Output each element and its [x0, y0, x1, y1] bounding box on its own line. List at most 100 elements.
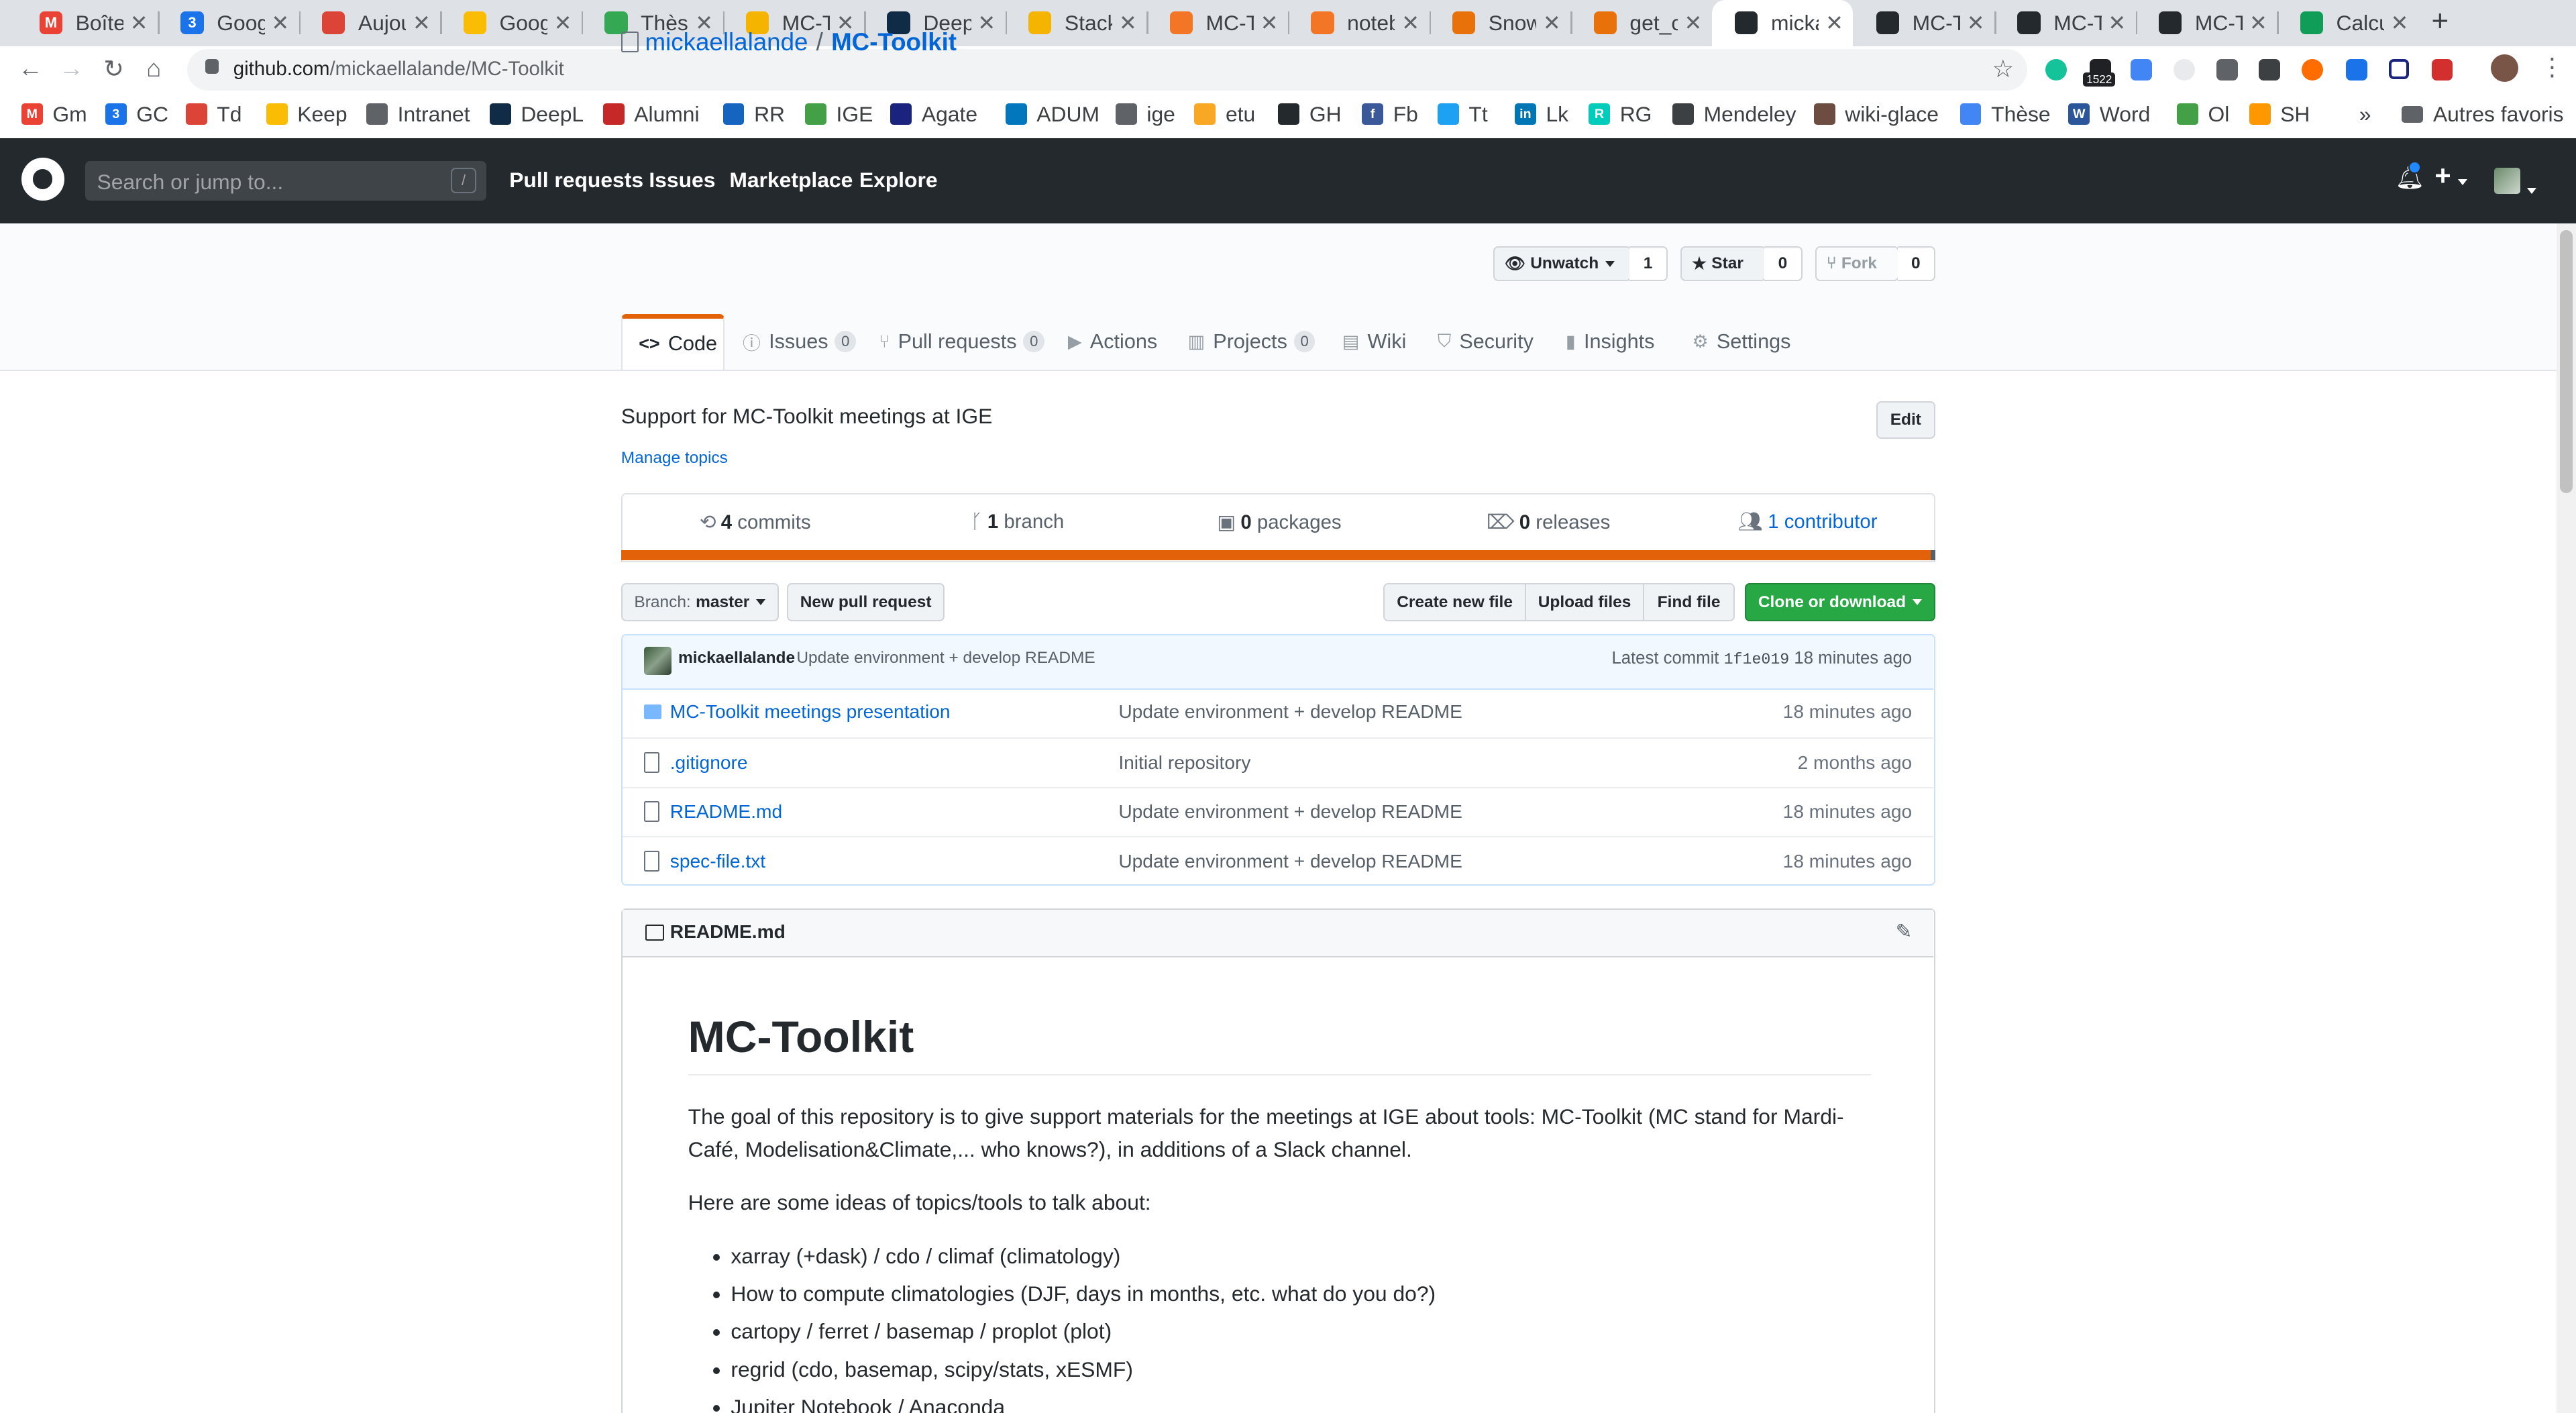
- bookmark-item[interactable]: Agate: [890, 102, 977, 127]
- commit-author-link[interactable]: mickaellalande: [678, 649, 795, 668]
- author-avatar[interactable]: [643, 647, 672, 676]
- bookmark-item[interactable]: Mendeley: [1672, 102, 1796, 127]
- tab-projects[interactable]: ▥ Projects 0: [1188, 314, 1316, 370]
- home-icon[interactable]: ⌂: [146, 54, 161, 83]
- browser-menu-icon[interactable]: ⋮: [2540, 52, 2565, 81]
- close-tab-icon[interactable]: ✕: [1825, 10, 1843, 36]
- browser-tab[interactable]: MC-T✕: [1146, 5, 1288, 41]
- bookmark-item[interactable]: R RG: [1589, 102, 1652, 127]
- url-text[interactable]: github.com/mickaellalande/MC-Toolkit: [233, 58, 564, 81]
- browser-tab[interactable]: MC-T✕: [1853, 5, 1994, 41]
- close-tab-icon[interactable]: ✕: [130, 10, 148, 36]
- bookmark-item[interactable]: Keep: [266, 102, 347, 127]
- browser-tab[interactable]: micka✕: [1711, 0, 1854, 46]
- browser-tab[interactable]: Snow ✕: [1430, 5, 1571, 41]
- repo-owner-link[interactable]: mickaellalande: [645, 28, 808, 56]
- upload-files-button[interactable]: Upload files: [1524, 583, 1645, 621]
- releases-link[interactable]: ⌦ 0 releases: [1487, 511, 1610, 534]
- tab-security[interactable]: ⛉ Security: [1438, 314, 1534, 370]
- manage-topics-link[interactable]: Manage topics: [621, 449, 728, 468]
- bookmark-item[interactable]: f Fb: [1362, 102, 1418, 127]
- file-commit-message-link[interactable]: Update environment + develop README: [1118, 701, 1462, 723]
- browser-tab[interactable]: noteb✕: [1288, 5, 1430, 41]
- clone-or-download-button[interactable]: Clone or download: [1744, 583, 1935, 621]
- close-tab-icon[interactable]: ✕: [1684, 10, 1702, 36]
- tab-pull-requests[interactable]: ⑂ Pull requests 0: [879, 314, 1045, 370]
- search-input[interactable]: [85, 160, 462, 204]
- forks-count[interactable]: 0: [1897, 246, 1935, 281]
- bookmarks-overflow-button[interactable]: »: [2359, 102, 2371, 127]
- scrollbar-thumb[interactable]: [2559, 229, 2573, 493]
- search-box[interactable]: /: [85, 160, 486, 204]
- file-name-link[interactable]: .gitignore: [670, 752, 748, 774]
- file-commit-message-link[interactable]: Update environment + develop README: [1118, 801, 1462, 823]
- bookmark-item[interactable]: in Lk: [1514, 102, 1568, 127]
- commit-message-link[interactable]: Update environment + develop README: [796, 649, 1095, 668]
- extension-icon[interactable]: [2302, 59, 2323, 81]
- tab-wiki[interactable]: ▤ Wiki: [1342, 314, 1406, 370]
- extension-icon[interactable]: [2388, 59, 2409, 80]
- close-tab-icon[interactable]: ✕: [271, 10, 289, 36]
- bookmark-star-icon[interactable]: ☆: [1992, 54, 2015, 83]
- file-commit-message-link[interactable]: Update environment + develop README: [1118, 851, 1462, 872]
- profile-avatar[interactable]: [2490, 54, 2519, 83]
- close-tab-icon[interactable]: ✕: [1260, 10, 1279, 36]
- extension-icon[interactable]: [2346, 59, 2367, 81]
- github-logo-icon[interactable]: [21, 158, 64, 201]
- bookmark-item[interactable]: DeepL: [489, 102, 584, 127]
- tab-settings[interactable]: ⚙ Settings: [1692, 314, 1790, 370]
- create-new-menu[interactable]: +: [2434, 160, 2467, 192]
- bookmark-item[interactable]: Ol: [2176, 102, 2229, 127]
- bookmark-item[interactable]: Tt: [1437, 102, 1488, 127]
- bookmark-item[interactable]: etu: [1194, 102, 1255, 127]
- browser-tab[interactable]: MC-T✕: [1994, 5, 2136, 41]
- nav-explore[interactable]: Explore: [859, 168, 938, 193]
- branches-link[interactable]: ᚴ1 branch: [971, 511, 1064, 533]
- close-tab-icon[interactable]: ✕: [2108, 10, 2126, 36]
- forward-arrow-icon[interactable]: →: [59, 54, 84, 83]
- bookmark-item[interactable]: GH: [1278, 102, 1342, 127]
- close-tab-icon[interactable]: ✕: [977, 10, 996, 36]
- pencil-icon[interactable]: ✎: [1896, 920, 1913, 943]
- create-new-file-button[interactable]: Create new file: [1383, 583, 1527, 621]
- bookmark-item[interactable]: Thèse: [1960, 102, 2051, 127]
- browser-tab[interactable]: Googl ✕: [440, 5, 582, 41]
- nav-issues[interactable]: Issues: [649, 168, 715, 193]
- stargazers-count[interactable]: 0: [1764, 246, 1803, 281]
- browser-tab[interactable]: M Boîte ✕: [16, 5, 158, 41]
- commits-link[interactable]: ⟲ 4 commits: [700, 511, 811, 534]
- bookmark-item[interactable]: SH: [2249, 102, 2310, 127]
- language-bar-other[interactable]: [1930, 550, 1935, 561]
- tab-insights[interactable]: ▮ Insights: [1566, 314, 1655, 370]
- fork-button[interactable]: ⑂ Fork: [1815, 246, 1900, 281]
- bookmark-item[interactable]: wiki-glace: [1813, 102, 1939, 127]
- tab-code[interactable]: <> Code: [621, 313, 724, 370]
- bookmark-item[interactable]: 3 GC: [105, 102, 168, 127]
- close-tab-icon[interactable]: ✕: [554, 10, 572, 36]
- translate-extension-icon[interactable]: [2131, 59, 2153, 81]
- find-file-button[interactable]: Find file: [1643, 583, 1735, 621]
- extension-icon[interactable]: [2174, 59, 2195, 81]
- nav-pull-requests[interactable]: Pull requests: [509, 168, 643, 193]
- file-commit-message-link[interactable]: Initial repository: [1118, 752, 1250, 774]
- back-arrow-icon[interactable]: ←: [18, 54, 43, 83]
- user-menu[interactable]: [2493, 167, 2536, 200]
- close-tab-icon[interactable]: ✕: [1967, 10, 1985, 36]
- file-name-link[interactable]: README.md: [670, 801, 782, 823]
- unwatch-button[interactable]: 👁︎ Unwatch: [1493, 246, 1631, 281]
- bookmark-item[interactable]: RR: [722, 102, 785, 127]
- extension-icon[interactable]: [2216, 59, 2238, 81]
- grammarly-extension-icon[interactable]: [2045, 59, 2067, 81]
- new-tab-button[interactable]: +: [2432, 5, 2449, 38]
- browser-tab[interactable]: 3 Googl ✕: [158, 5, 299, 41]
- bookmark-item[interactable]: Td: [185, 102, 241, 127]
- bookmark-item[interactable]: ige: [1115, 102, 1175, 127]
- bookmark-item[interactable]: Alumni: [602, 102, 700, 127]
- bookmark-item[interactable]: W Word: [2068, 102, 2150, 127]
- tag-extension-icon[interactable]: [2259, 59, 2281, 81]
- bookmark-item[interactable]: Intranet: [366, 102, 470, 127]
- contributors-link[interactable]: 👥︎ 1 contributor: [1738, 511, 1878, 533]
- packages-link[interactable]: ▣ 0 packages: [1217, 511, 1341, 534]
- browser-tab[interactable]: MC-T✕: [2136, 5, 2277, 41]
- other-bookmarks-folder[interactable]: Autres favoris: [2402, 102, 2564, 127]
